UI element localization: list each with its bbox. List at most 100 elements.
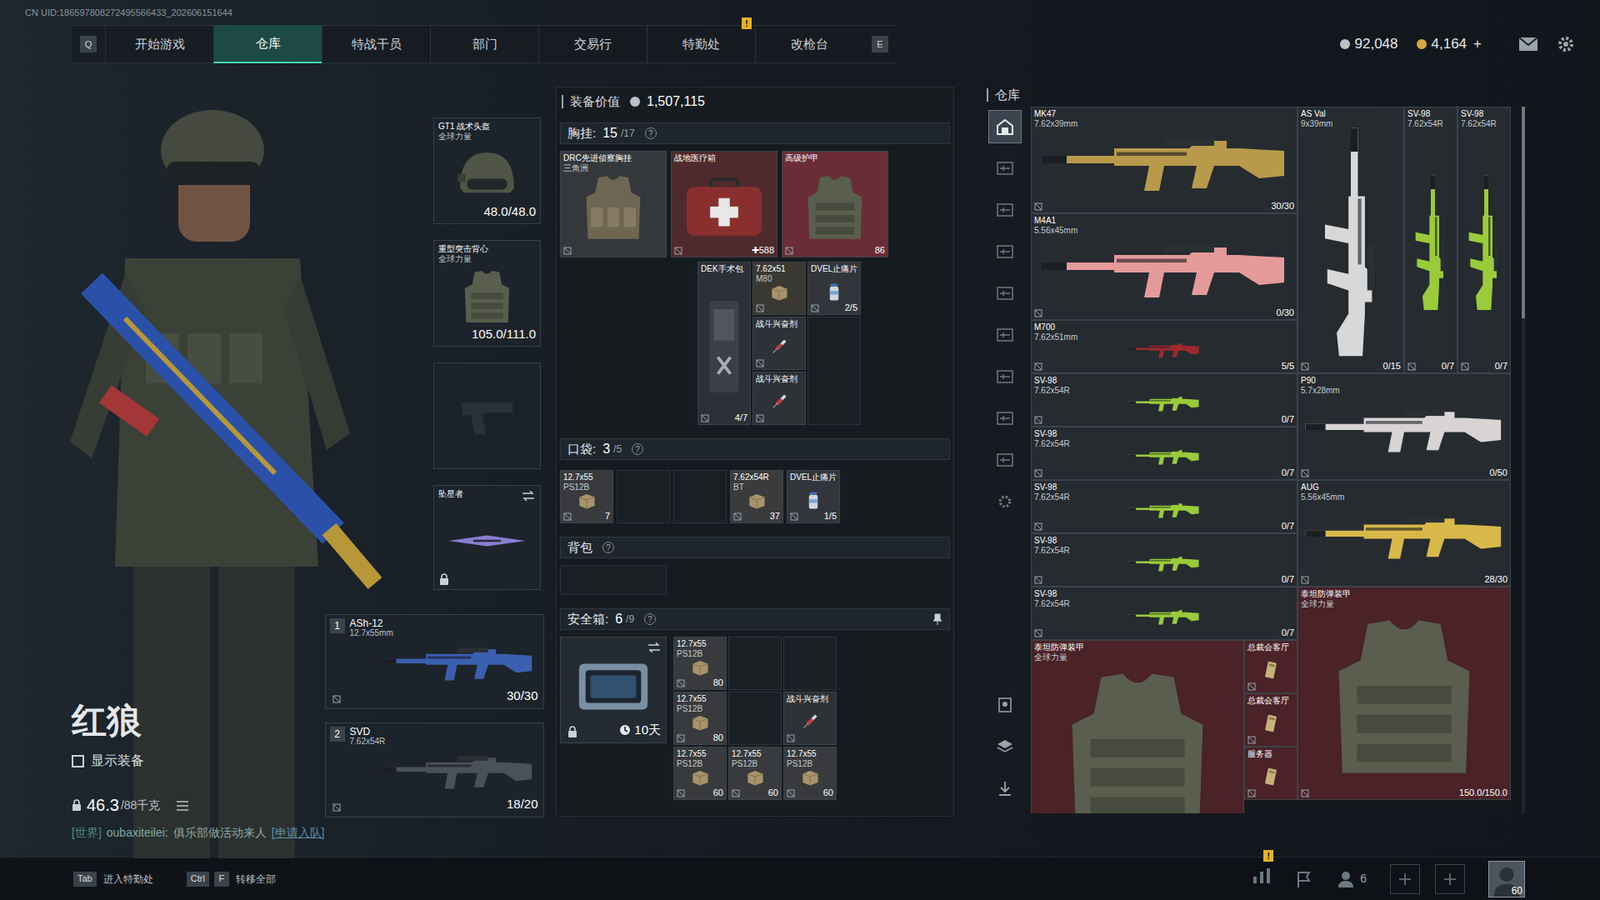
safe-row: 10天12.7x55PS12B8012.7x55PS12B80战斗兴奋剂12.7… [560, 636, 950, 800]
empty-slot[interactable] [673, 470, 727, 524]
weapon-slot[interactable]: 2SVD7.62x54R18/20 [325, 722, 545, 818]
item-card[interactable]: 战斗兴奋剂 [752, 316, 806, 370]
warehouse-tab[interactable] [988, 360, 1022, 394]
empty-slot[interactable] [728, 636, 782, 690]
item-card[interactable]: DVEL止痛片2/5 [807, 261, 861, 315]
item-label: 7.62x51M80 [755, 264, 786, 285]
avatar[interactable]: 60 [1488, 860, 1525, 898]
empty-slot[interactable] [807, 316, 861, 425]
add-button[interactable]: + [1471, 33, 1484, 55]
gear-slot[interactable]: 坠星者 [433, 485, 541, 590]
nav-tab[interactable]: 改枪台 [755, 25, 864, 64]
tag-icon [676, 679, 685, 688]
item-card[interactable]: 总裁会客厅 [1244, 693, 1298, 747]
checkbox[interactable] [71, 755, 85, 768]
item-label: SV-987.62x54R [1034, 429, 1070, 450]
nav-tab[interactable]: 部门 [430, 25, 539, 64]
item-card[interactable]: SV-987.62x54R0/7 [1030, 480, 1298, 534]
item-label: 战斗兴奋剂 [755, 319, 798, 330]
item-card[interactable]: 12.7x55PS12B60 [783, 746, 837, 800]
item-card[interactable]: 12.7x55PS12B7 [560, 470, 614, 524]
item-card[interactable]: 高级护甲86 [781, 150, 889, 258]
warehouse-tab[interactable] [988, 276, 1022, 310]
pistol-slot[interactable] [433, 362, 541, 470]
scroll-thumb[interactable] [1521, 106, 1525, 319]
item-card[interactable]: M4A15.56x45mm0/30 [1030, 213, 1298, 320]
backpack-slot[interactable] [560, 565, 667, 595]
warehouse-tab[interactable] [988, 193, 1022, 227]
item-name: 服务器 [1247, 749, 1273, 760]
weapon-name: SVD [350, 726, 386, 737]
item-card[interactable]: SV-987.62x54R0/7 [1457, 106, 1511, 374]
stats-button[interactable]: ! [1251, 866, 1272, 891]
empty-slot[interactable] [616, 470, 670, 524]
empty-slot[interactable] [783, 636, 837, 690]
tag-icon [1300, 575, 1310, 585]
help-button[interactable]: ? [645, 127, 657, 140]
item-card[interactable]: DVEL止痛片1/5 [786, 470, 840, 524]
gear-slot[interactable]: 重型突击背心全球力量105.0/111.0 [433, 240, 541, 347]
item-card[interactable]: M7007.62x51mm5/5 [1030, 320, 1298, 374]
item-card[interactable]: SV-987.62x54R0/7 [1030, 426, 1298, 480]
item-card[interactable]: 7.62x51M80 [752, 261, 806, 315]
weapon-slot[interactable]: 1ASh-1212.7x55mm30/30 [325, 614, 545, 710]
item-card[interactable]: DEK手术包4/7 [697, 261, 751, 425]
warehouse-body: MK477.62x39mm30/30M4A15.56x45mm0/30M7007… [985, 106, 1525, 814]
item-sub: M80 [755, 274, 786, 285]
safebox[interactable]: 10天 [560, 636, 667, 744]
warehouse-tab[interactable] [988, 151, 1022, 185]
item-label: 12.7x55PS12B [563, 472, 594, 493]
item-card[interactable]: 总裁会客厅 [1244, 640, 1298, 694]
warehouse-tab[interactable] [988, 235, 1022, 269]
item-card[interactable]: 12.7x55PS12B80 [673, 636, 727, 690]
nav-tab[interactable]: 特战干员 [321, 25, 430, 64]
warehouse-tab[interactable] [988, 401, 1022, 435]
friends-button[interactable]: 6 [1336, 870, 1367, 888]
warehouse-tab[interactable] [988, 443, 1022, 477]
pocket-grid: 12.7x55PS12B7 7.62x54RBT37DVEL止痛片1/5 [560, 470, 950, 524]
warehouse-tab[interactable] [988, 110, 1022, 144]
item-card[interactable]: P905.7x28mm0/50 [1297, 373, 1511, 480]
item-card[interactable]: SV-987.62x54R0/7 [1030, 373, 1298, 427]
scrollbar[interactable] [1521, 106, 1525, 814]
help-button[interactable]: ? [602, 541, 615, 554]
item-card[interactable]: 服务器 [1244, 746, 1298, 800]
item-card[interactable]: 战斗兴奋剂 [783, 691, 837, 745]
item-card[interactable]: 12.7x55PS12B60 [728, 746, 782, 800]
item-card[interactable]: 泰坦防弹装甲全球力量150.0/150.0 [1297, 586, 1511, 800]
shortcut[interactable]: Tab进入特勤处 [73, 871, 154, 887]
item-card[interactable]: DRC先进侦察胸挂三角洲 [560, 150, 667, 258]
item-card[interactable]: SV-987.62x54R0/7 [1030, 586, 1298, 640]
item-card[interactable]: 12.7x55PS12B80 [673, 691, 727, 745]
item-card[interactable]: 泰坦防弹装甲全球力量 [1030, 640, 1245, 814]
item-card[interactable]: AUG5.56x45mm28/30 [1297, 480, 1511, 587]
help-button[interactable]: ? [644, 613, 656, 625]
nav-tab[interactable]: 开始游戏 [105, 25, 214, 64]
item-card[interactable]: AS Val9x39mm0/15 [1297, 106, 1405, 374]
tag-icon [1247, 789, 1256, 798]
help-button[interactable]: ? [631, 443, 644, 455]
item-card[interactable]: 战地医疗箱✚588 [670, 150, 778, 258]
shortcut[interactable]: CtrlF转移全部 [186, 871, 276, 887]
nav-tab[interactable]: 特勤处! [646, 25, 755, 64]
item-label: DEK手术包 [700, 264, 744, 275]
nav-tab[interactable]: 交易行 [538, 25, 647, 64]
item-card[interactable]: 12.7x55PS12B60 [673, 746, 727, 800]
top-nav: Q开始游戏仓库特战干员部门交易行特勤处!改枪台E92,0484,164+ [0, 25, 1600, 64]
lower-row: 红狼显示装备46.3/88千克[世界]oubaxiteilei:俱乐部做活动来人… [0, 614, 546, 842]
key-hint[interactable]: E [871, 35, 889, 53]
warehouse-tab[interactable] [988, 318, 1022, 352]
item-card[interactable]: MK477.62x39mm30/30 [1030, 106, 1298, 214]
item-card[interactable]: 7.62x54RBT37 [730, 470, 784, 524]
slot-number: 2 [330, 726, 345, 742]
item-card[interactable]: SV-987.62x54R0/7 [1030, 533, 1298, 587]
item-card[interactable]: 战斗兴奋剂 [752, 371, 806, 425]
item-card[interactable]: SV-987.62x54R0/7 [1404, 106, 1458, 374]
nav-tab[interactable]: 仓库 [213, 25, 322, 64]
join-link[interactable]: [申请入队] [271, 824, 325, 842]
item-sub: 7.62x39mm [1034, 119, 1078, 130]
show-gear-toggle[interactable]: 显示装备 [71, 750, 325, 771]
empty-slot[interactable] [728, 691, 782, 745]
gear-slot[interactable]: GT1 战术头盔全球力量48.0/48.0 [433, 117, 541, 225]
key-hint[interactable]: Q [80, 35, 97, 53]
